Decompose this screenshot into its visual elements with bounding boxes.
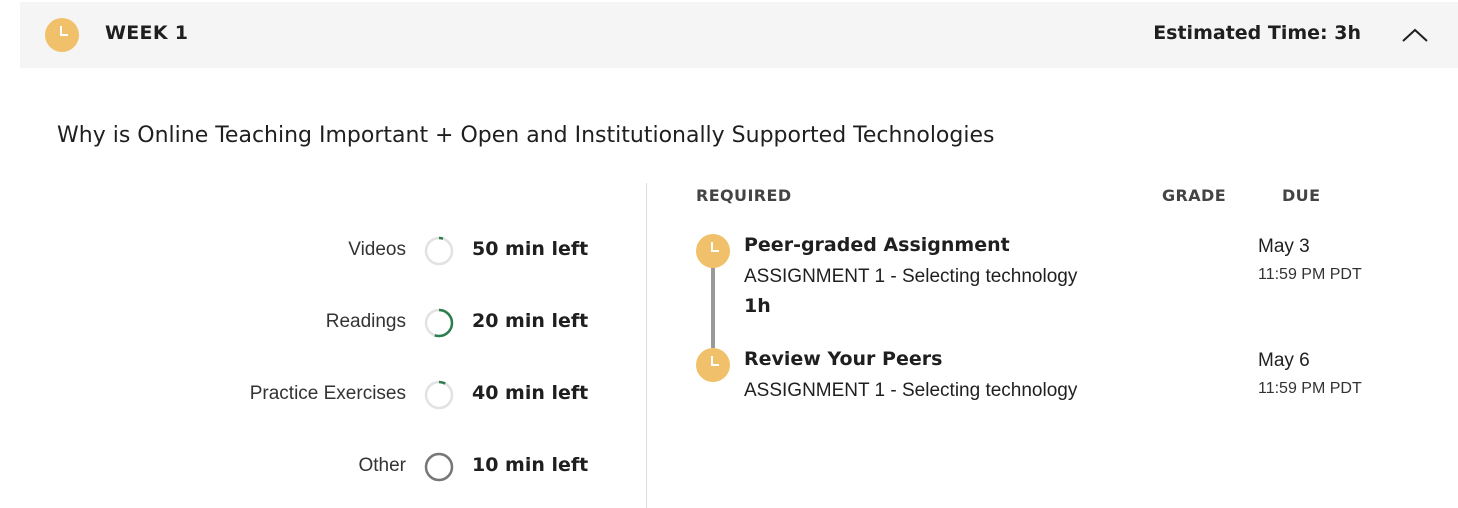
week-title: WEEK 1 [105,22,189,44]
time-left: 40 min left [472,382,589,404]
assignment-subtitle: ASSIGNMENT 1 - Selecting technology [744,266,1078,287]
progress-row-readings: Readings 20 min left [0,304,640,340]
column-divider [646,183,647,508]
assignment-duration: 1h [744,295,771,317]
estimated-time: Estimated Time: 3h [1153,22,1361,44]
progress-ring [424,236,454,266]
due-time: 11:59 PM PDT [1258,380,1362,397]
progress-row-other: Other 10 min left [0,448,640,484]
time-left: 50 min left [472,238,589,260]
progress-label: Readings [325,311,406,332]
clock-icon [696,348,730,382]
clock-icon [45,18,79,52]
clock-icon [696,234,730,268]
progress-label: Other [358,455,406,476]
timeline-connector [711,264,715,348]
week-description: Why is Online Teaching Important + Open … [57,123,995,148]
progress-row-practice-exercises: Practice Exercises 40 min left [0,376,640,412]
time-left: 20 min left [472,310,589,332]
chevron-up-icon[interactable] [1400,22,1430,48]
column-header-due: DUE [1282,186,1321,205]
progress-row-videos: Videos 50 min left [0,232,640,268]
progress-ring [424,308,454,338]
time-left: 10 min left [472,454,589,476]
due-date: May 6 [1258,350,1310,371]
progress-label: Practice Exercises [249,383,406,404]
progress-ring [424,452,454,482]
assignment-title-link[interactable]: Peer-graded Assignment [744,234,1010,256]
assignment-subtitle: ASSIGNMENT 1 - Selecting technology [744,380,1078,401]
week-header[interactable]: WEEK 1 Estimated Time: 3h [20,2,1458,68]
column-header-required: REQUIRED [696,186,792,205]
due-date: May 3 [1258,236,1310,257]
assignment-title-link[interactable]: Review Your Peers [744,348,942,370]
column-header-grade: GRADE [1162,186,1227,205]
progress-label: Videos [348,239,406,260]
progress-ring [424,380,454,410]
due-time: 11:59 PM PDT [1258,266,1362,283]
